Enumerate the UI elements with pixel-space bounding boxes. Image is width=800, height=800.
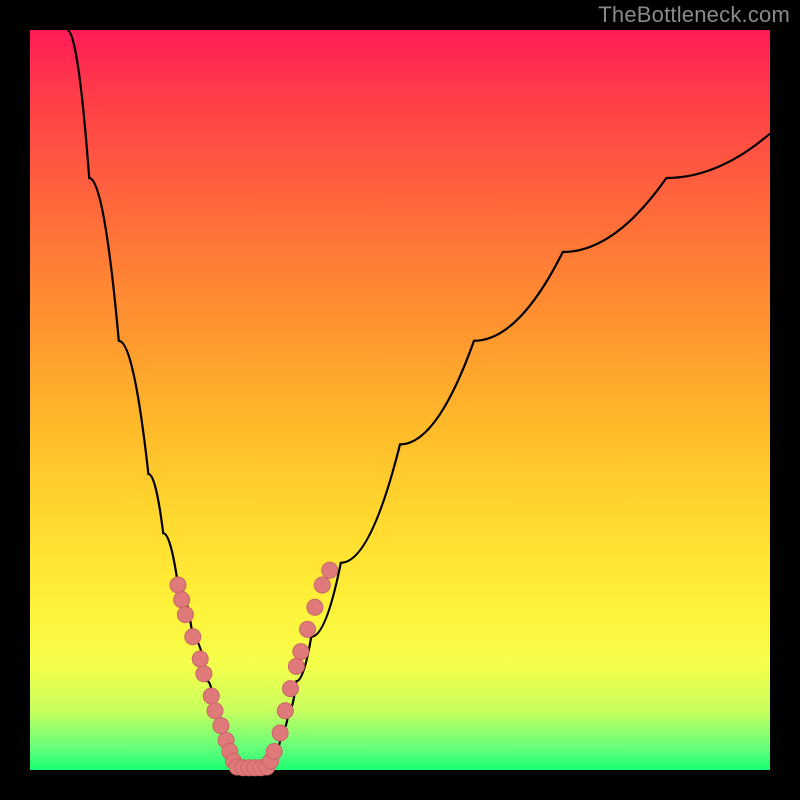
data-point [283,681,299,697]
data-point [288,658,304,674]
data-point [196,666,212,682]
dot-layer [30,30,770,770]
data-point [174,592,190,608]
data-point [307,599,323,615]
plot-area [30,30,770,770]
data-point [177,607,193,623]
data-point [203,688,219,704]
data-point [266,744,282,760]
data-point [293,644,309,660]
data-point [322,562,338,578]
data-point [314,577,330,593]
data-point [192,651,208,667]
data-point [277,703,293,719]
data-point [300,621,316,637]
data-point [170,577,186,593]
chart-frame: TheBottleneck.com [0,0,800,800]
watermark-text: TheBottleneck.com [598,2,790,28]
data-point [207,703,223,719]
data-point [213,718,229,734]
dots-group [170,562,338,776]
data-point [185,629,201,645]
data-point [272,725,288,741]
